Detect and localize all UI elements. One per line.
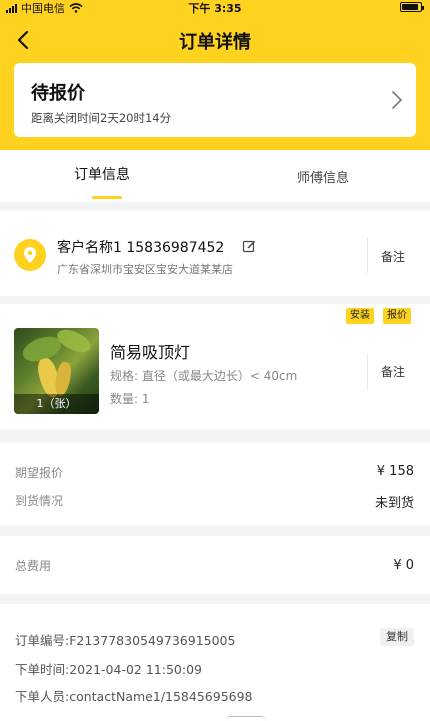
product-quantity: 数量: 1 <box>110 392 150 406</box>
product-card: 安装 报价 1（张） 简易吸顶灯 规格: 直径（或最大边长）< 40cm 数量:… <box>0 304 430 430</box>
pricing-card: 期望报价 ¥ 158 到货情况 未到货 <box>0 442 430 526</box>
product-note-button[interactable]: 备注 <box>381 363 405 380</box>
product-name: 简易吸顶灯 <box>110 343 191 362</box>
expected-price-label: 期望报价 <box>15 466 64 480</box>
quote-tag: 报价 <box>383 308 411 324</box>
customer-name-phone: 客户名称1 15836987452 <box>57 240 225 256</box>
arrival-status-value: 未到货 <box>374 496 414 511</box>
chevron-right-icon <box>392 91 403 109</box>
order-info-card: 订单编号:F21377830549736915005 复制 下单时间:2021-… <box>0 604 430 721</box>
scroll-indicator <box>226 716 266 721</box>
image-count-caption: 1（张） <box>14 394 99 414</box>
total-cost-value: ¥ 0 <box>393 558 414 573</box>
total-cost-label: 总费用 <box>15 559 52 573</box>
copy-button[interactable]: 复制 <box>380 628 414 646</box>
divider <box>367 354 368 390</box>
install-tag: 安装 <box>346 308 374 324</box>
product-spec: 规格: 直径（或最大边长）< 40cm <box>110 369 298 383</box>
navigation-bar: 订单详情 <box>0 22 430 58</box>
order-time: 下单时间:2021-04-02 11:50:09 <box>15 662 202 677</box>
battery-icon <box>400 2 424 12</box>
arrival-status-label: 到货情况 <box>15 494 64 508</box>
location-pin-icon <box>14 239 46 271</box>
order-number: 订单编号:F21377830549736915005 <box>15 633 236 648</box>
page-title: 订单详情 <box>179 32 251 53</box>
clock: 下午 3:35 <box>188 2 242 15</box>
tab-bar: 订单信息 师傅信息 <box>0 150 430 202</box>
customer-note-button[interactable]: 备注 <box>381 248 405 265</box>
expected-price-value: ¥ 158 <box>376 464 414 479</box>
product-image[interactable]: 1（张） <box>14 328 99 414</box>
active-tab-indicator <box>92 196 122 199</box>
customer-card: 客户名称1 15836987452 广东省深圳市宝安区宝安大道某某店 备注 <box>0 210 430 296</box>
order-close-countdown: 距离关闭时间2天20时14分 <box>31 111 172 125</box>
order-person: 下单人员:contactName1/15845695698 <box>15 689 253 704</box>
total-cost-card: 总费用 ¥ 0 <box>0 536 430 594</box>
tab-technician-info[interactable]: 师傅信息 <box>297 167 349 186</box>
order-status-title: 待报价 <box>31 83 85 104</box>
order-status-card[interactable]: 待报价 距离关闭时间2天20时14分 <box>14 63 416 137</box>
edit-icon[interactable] <box>242 239 256 253</box>
customer-address: 广东省深圳市宝安区宝安大道某某店 <box>57 263 233 276</box>
divider <box>367 237 368 273</box>
tab-order-info[interactable]: 订单信息 <box>74 164 130 184</box>
status-bar: 中国电信 下午 3:35 <box>0 0 430 15</box>
